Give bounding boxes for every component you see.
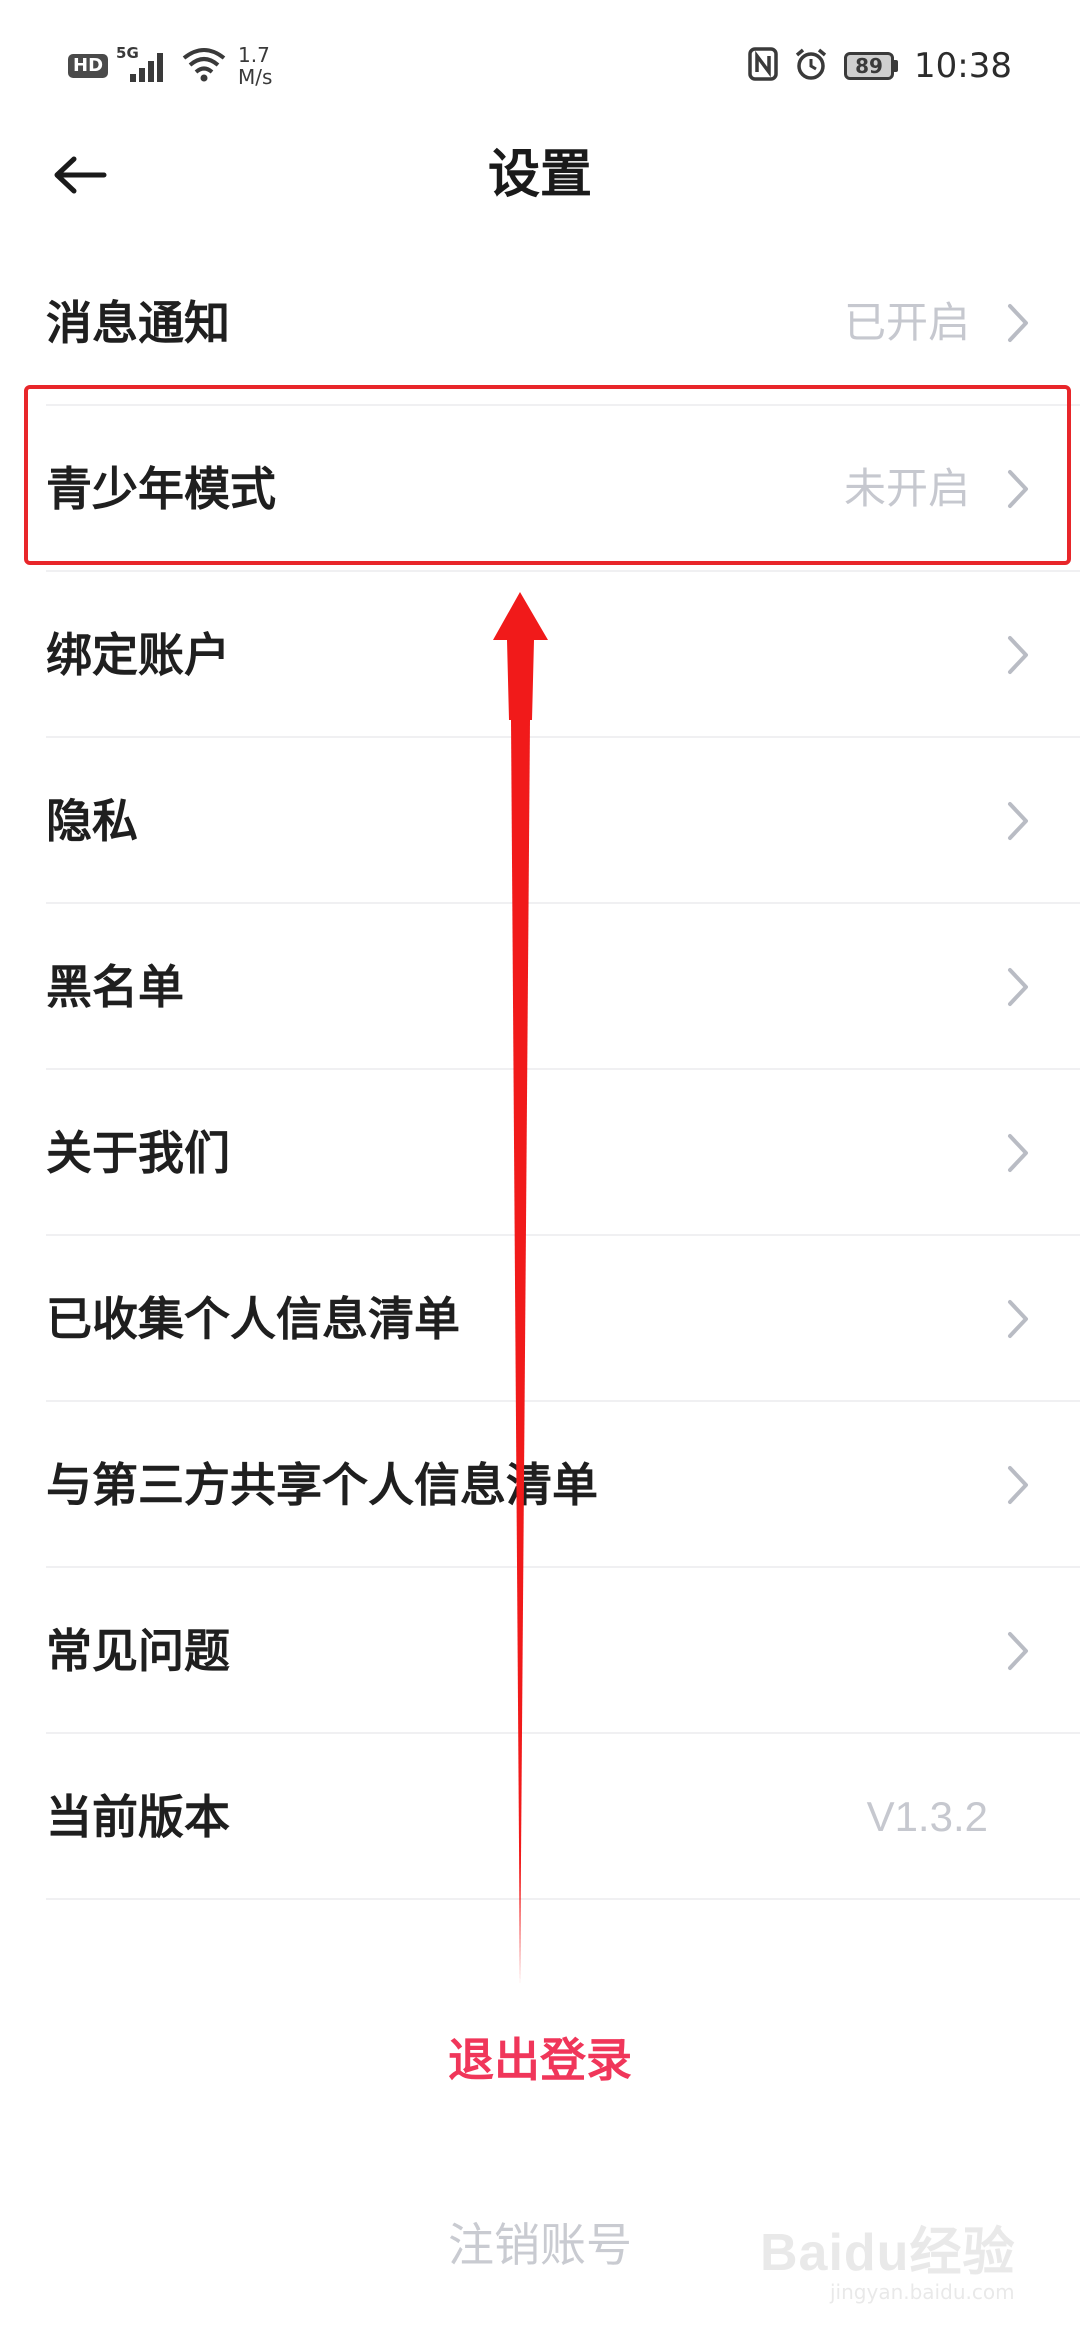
version-value: V1.3.2 bbox=[866, 1793, 988, 1840]
speed-value: 1.7 bbox=[238, 43, 270, 67]
clock-time: 10:38 bbox=[914, 46, 1012, 86]
chevron-right-icon bbox=[1008, 968, 1028, 1006]
setting-value: 已开启 bbox=[843, 298, 970, 347]
setting-row-third-party-sharing[interactable]: 与第三方共享个人信息清单 bbox=[0, 1402, 1080, 1568]
chevron-right-icon bbox=[1008, 802, 1028, 840]
setting-label: 已收集个人信息清单 bbox=[46, 1292, 460, 1346]
setting-row-blacklist[interactable]: 黑名单 bbox=[0, 904, 1080, 1070]
setting-label: 关于我们 bbox=[46, 1126, 230, 1180]
signal-icon: 5G bbox=[116, 44, 174, 88]
network-speed: 1.7 M/s bbox=[238, 44, 272, 88]
setting-row-youth-mode[interactable]: 青少年模式 未开启 bbox=[0, 406, 1080, 572]
setting-row-notifications[interactable]: 消息通知 已开启 bbox=[0, 240, 1080, 406]
setting-row-collected-info[interactable]: 已收集个人信息清单 bbox=[0, 1236, 1080, 1402]
battery-level: 89 bbox=[844, 52, 895, 80]
speed-unit: M/s bbox=[238, 65, 273, 89]
setting-label: 当前版本 bbox=[46, 1790, 230, 1844]
setting-row-bind-account[interactable]: 绑定账户 bbox=[0, 572, 1080, 738]
nfc-icon bbox=[748, 47, 778, 85]
setting-row-about-us[interactable]: 关于我们 bbox=[0, 1070, 1080, 1236]
setting-label: 消息通知 bbox=[46, 296, 230, 350]
setting-label: 黑名单 bbox=[46, 960, 184, 1014]
setting-row-current-version: 当前版本 V1.3.2 bbox=[0, 1734, 1080, 1900]
hd-icon: HD bbox=[68, 54, 109, 78]
setting-row-privacy[interactable]: 隐私 bbox=[0, 738, 1080, 904]
page-title: 设置 bbox=[487, 145, 592, 205]
chevron-right-icon bbox=[1008, 470, 1028, 508]
header: 设置 bbox=[0, 120, 1080, 230]
status-bar-right: 89 10:38 bbox=[748, 36, 1012, 96]
battery-icon: 89 bbox=[844, 52, 899, 80]
chevron-right-icon bbox=[1008, 304, 1028, 342]
cancel-account-button[interactable]: 注销账号 bbox=[0, 2205, 1080, 2285]
setting-value: 未开启 bbox=[843, 464, 970, 513]
setting-label: 与第三方共享个人信息清单 bbox=[46, 1458, 598, 1512]
wifi-icon bbox=[182, 46, 226, 86]
chevron-right-icon bbox=[1008, 636, 1028, 674]
logout-button[interactable]: 退出登录 bbox=[0, 2020, 1080, 2100]
chevron-right-icon bbox=[1008, 1134, 1028, 1172]
settings-list: 消息通知 已开启 青少年模式 未开启 绑定账户 隐私 黑名单 关于我们 已收集个… bbox=[0, 240, 1080, 1900]
status-bar-left: HD 5G 1.7 M/s bbox=[68, 36, 272, 96]
chevron-right-icon bbox=[1008, 1300, 1028, 1338]
alarm-icon bbox=[794, 47, 828, 85]
setting-label: 绑定账户 bbox=[46, 628, 230, 682]
battery-tip bbox=[894, 60, 899, 72]
settings-screen: HD 5G 1.7 M/s 89 10:38 设置 消息通知 已开启 青少年模式… bbox=[0, 0, 1080, 2340]
chevron-right-icon bbox=[1008, 1632, 1028, 1670]
setting-label: 隐私 bbox=[46, 794, 138, 848]
chevron-right-icon bbox=[1008, 1466, 1028, 1504]
setting-label: 常见问题 bbox=[46, 1624, 230, 1678]
setting-label: 青少年模式 bbox=[46, 462, 276, 516]
status-bar: HD 5G 1.7 M/s 89 10:38 bbox=[0, 0, 1080, 120]
setting-row-faq[interactable]: 常见问题 bbox=[0, 1568, 1080, 1734]
